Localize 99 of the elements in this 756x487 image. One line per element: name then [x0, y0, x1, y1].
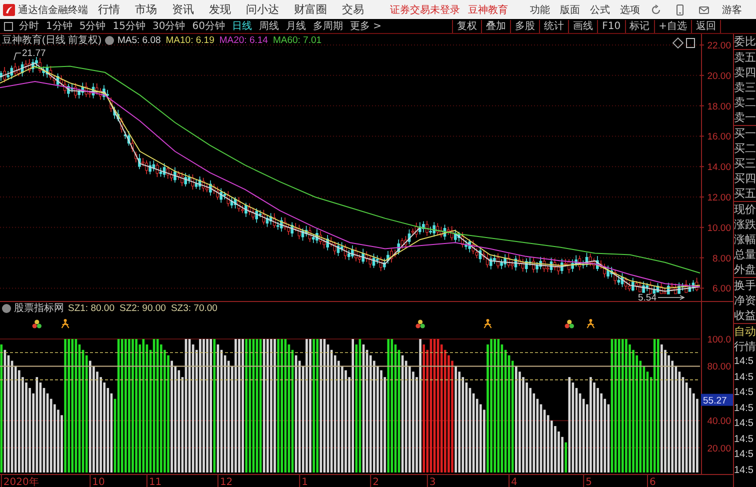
menu-item[interactable]: 资讯	[172, 2, 194, 17]
menu-item[interactable]: 功能	[530, 2, 550, 16]
axis-label: 12.00	[707, 192, 731, 204]
period-tab[interactable]: 月线	[286, 19, 306, 33]
axis-label: 18.00	[707, 101, 731, 112]
legend-label: SZ2: 90.00	[119, 303, 166, 314]
period-tab[interactable]: 日线	[232, 19, 252, 33]
time-label: 14:5	[734, 448, 754, 462]
legend-label: SZ1: 80.00	[68, 303, 114, 314]
axis-label: 20.00	[707, 443, 731, 454]
axis-label: 80.00	[707, 362, 731, 373]
quote-label: 涨跌	[734, 217, 756, 232]
time-label: 14:5	[734, 402, 754, 416]
menu-item[interactable]: 发现	[209, 2, 231, 17]
menu-item[interactable]: 市场	[135, 2, 157, 17]
axis-label: 10.00	[707, 222, 731, 234]
toolbar-button[interactable]: F10	[597, 20, 625, 32]
menu-item[interactable]: 公式	[590, 2, 610, 16]
date-label: 5	[586, 477, 592, 487]
date-label: 10	[92, 477, 105, 487]
quote-label: 买五	[734, 186, 756, 201]
time-label: 14:5	[734, 432, 754, 446]
notice-link[interactable]: 证券交易未登录	[390, 2, 460, 16]
quote-label: 卖二	[734, 95, 756, 110]
date-label: 2020年	[3, 477, 39, 487]
quote-label: 涨幅	[734, 232, 756, 247]
toolbar-button[interactable]: 返回	[691, 20, 720, 32]
period-tab[interactable]: 更多 >	[350, 19, 382, 33]
notice-link[interactable]: 豆神教育	[468, 2, 508, 16]
quote-label: 卖五	[734, 50, 756, 65]
axis-label: 22.00	[707, 40, 731, 52]
time-label: 14:5	[734, 355, 754, 369]
axis-label: 14.00	[707, 162, 731, 174]
legend-label: MA60: 7.01	[272, 35, 322, 46]
mode-label[interactable]: 自动	[734, 324, 756, 339]
time-label: 14:5	[734, 386, 754, 400]
time-label: 14:5	[734, 370, 754, 384]
period-tab[interactable]: 30分钟	[152, 19, 186, 33]
toolbar-button[interactable]: +自选	[654, 20, 691, 32]
menu-item[interactable]: 交易	[342, 2, 364, 17]
period-tab[interactable]: 周线	[258, 19, 279, 33]
legend-label: MA20: 6.14	[219, 35, 268, 46]
quote-label: 换手	[734, 278, 756, 293]
toolbar-button[interactable]: 画线	[568, 20, 598, 32]
quote-label: 卖四	[734, 65, 756, 80]
toolbar-button[interactable]: 复权	[452, 20, 482, 32]
toolbar-button[interactable]: 叠加	[481, 20, 510, 32]
toolbar-button[interactable]: 标记	[624, 20, 654, 32]
app-title: 通达信金融终端	[18, 4, 88, 16]
date-label: 2	[372, 477, 379, 487]
quote-label: 外盘	[734, 262, 756, 277]
quote-label: 现价	[734, 202, 756, 217]
date-label: 6	[650, 477, 656, 487]
list-title: 行情	[734, 339, 756, 354]
axis-label: 100.0	[707, 334, 731, 346]
date-label: 4	[511, 477, 518, 487]
low-price-label: 5.54	[638, 292, 656, 301]
axis-label: 16.00	[707, 132, 731, 143]
quote-label: 净资	[734, 293, 756, 308]
legend-label: MA10: 6.19	[166, 35, 214, 46]
period-tab[interactable]: 1分钟	[46, 19, 72, 33]
date-label: 1	[302, 477, 308, 487]
menu-item[interactable]: 财富圈	[294, 2, 327, 17]
menu-item[interactable]: 版面	[560, 2, 580, 16]
quote-label: 买一	[734, 126, 756, 141]
quote-label: 收益	[734, 308, 756, 323]
axis-label: 6.00	[712, 284, 731, 295]
legend-label: SZ3: 70.00	[170, 303, 218, 314]
period-tab[interactable]: 多周期	[312, 19, 343, 33]
date-label: 12	[220, 477, 233, 487]
menu-item[interactable]: 选项	[620, 2, 640, 16]
menu-item[interactable]: 行情	[98, 2, 120, 17]
menu-item[interactable]: 问小达	[246, 2, 279, 17]
time-label: 14:5	[734, 417, 754, 431]
indicator-title: 股票指标网	[14, 303, 64, 314]
period-tab[interactable]: 60分钟	[192, 19, 225, 33]
period-tab[interactable]: 5分钟	[79, 19, 106, 33]
axis-label: 40.00	[707, 416, 731, 428]
current-value-label: 55.27	[701, 394, 733, 406]
quote-label: 买四	[734, 171, 756, 186]
toolbar-button[interactable]: 多股	[510, 20, 540, 32]
date-label: 3	[429, 477, 436, 487]
high-price-label: 21.77	[22, 48, 46, 59]
quote-label: 买二	[734, 141, 756, 156]
user-label[interactable]: 游客	[722, 2, 742, 16]
period-tab[interactable]: 分时	[19, 19, 39, 33]
period-tab[interactable]: 15分钟	[112, 19, 146, 33]
chart-title: 豆神教育(日线 前复权)	[2, 35, 102, 46]
quote-label: 委比	[734, 34, 756, 49]
quote-label: 总量	[734, 247, 756, 262]
axis-label: 20.00	[707, 70, 731, 82]
quote-label: 卖一	[734, 110, 756, 125]
toolbar-button[interactable]: 统计	[539, 20, 568, 32]
quote-label: 买三	[734, 156, 756, 171]
legend-label: MA5: 6.08	[117, 35, 161, 46]
time-label: 14:5	[734, 464, 754, 478]
date-label: 11	[148, 477, 162, 487]
quote-label: 卖三	[734, 80, 756, 95]
axis-label: 8.00	[712, 253, 731, 264]
